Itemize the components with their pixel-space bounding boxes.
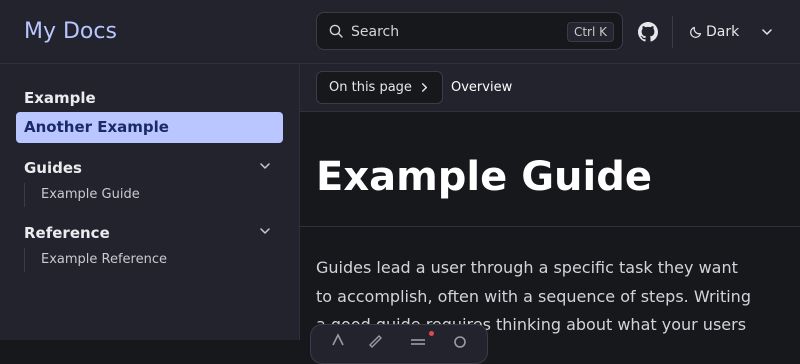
menu-icon[interactable] (409, 331, 427, 349)
search-button[interactable]: Search Ctrl K (316, 12, 623, 50)
chevron-down-icon (762, 29, 772, 35)
theme-label: Dark (706, 24, 740, 40)
sidebar-item-another-example[interactable]: Another Example (16, 112, 283, 143)
on-this-page-button[interactable]: On this page (316, 71, 443, 104)
sidebar-item-label: Another Example (24, 118, 169, 136)
github-icon[interactable] (638, 22, 658, 42)
pencil-icon[interactable] (367, 331, 385, 349)
sidebar-group-border (24, 183, 25, 207)
header-divider (672, 16, 673, 48)
search-label: Search (351, 24, 400, 40)
title-block: Example Guide (300, 112, 800, 227)
sidebar: Example Another Example Guides Example G… (0, 64, 300, 340)
sidebar-group-reference[interactable]: Reference (24, 223, 110, 243)
on-this-page-label: On this page (329, 80, 412, 95)
notification-dot (429, 331, 434, 336)
moon-icon (690, 26, 702, 38)
gear-icon[interactable] (451, 331, 469, 349)
accessibility-icon[interactable] (329, 331, 347, 349)
search-shortcut: Ctrl K (566, 22, 614, 42)
main-content: On this page Overview Example Guide Guid… (300, 64, 800, 340)
chevron-right-icon (421, 83, 428, 92)
sidebar-item-example-guide[interactable]: Example Guide (41, 186, 140, 204)
floating-toolbar[interactable] (310, 324, 488, 364)
chevron-down-icon[interactable] (259, 160, 271, 172)
chevron-down-icon[interactable] (259, 225, 271, 237)
current-section: Overview (451, 80, 513, 95)
sidebar-item-example-reference[interactable]: Example Reference (41, 251, 167, 269)
sidebar-item-example[interactable]: Example (24, 88, 96, 108)
site-header: My Docs Search Ctrl K Dark (0, 0, 800, 64)
page-title: Example Guide (316, 154, 652, 200)
search-icon (329, 24, 343, 38)
site-title[interactable]: My Docs (24, 18, 117, 46)
sidebar-group-guides[interactable]: Guides (24, 158, 82, 178)
page-bar: On this page Overview (300, 64, 800, 112)
sidebar-group-border (24, 248, 25, 272)
